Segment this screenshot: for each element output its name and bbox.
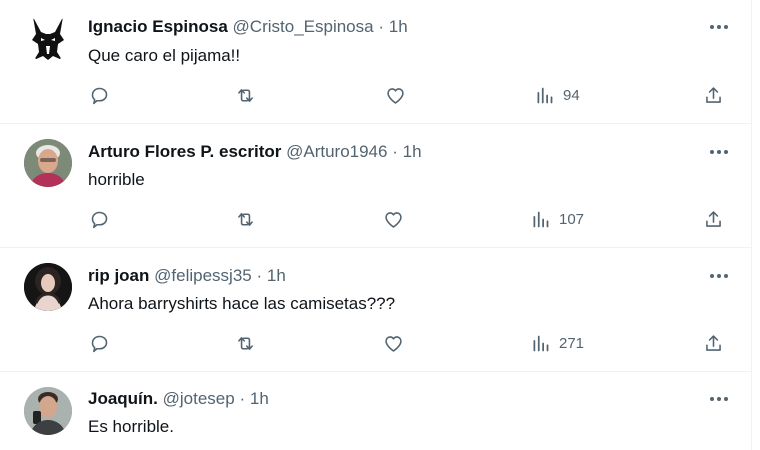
retweet-button[interactable] [235, 333, 256, 354]
woman-photo-icon [24, 263, 72, 311]
views-button[interactable]: 271 [530, 333, 584, 354]
tweet-header: rip joan @felipessj35 · 1h [88, 266, 286, 286]
retweet-button[interactable] [235, 209, 256, 230]
retweet-button[interactable] [235, 85, 256, 106]
like-icon [387, 88, 404, 104]
reply-feed: Ignacio Espinosa @Cristo_Espinosa · 1h Q… [0, 0, 752, 450]
tweet[interactable]: rip joan @felipessj35 · 1h Ahora barrysh… [0, 248, 751, 372]
reply-button[interactable] [89, 209, 110, 230]
views-icon [533, 211, 549, 228]
like-button[interactable] [383, 333, 404, 354]
views-icon [537, 87, 553, 104]
user-handle[interactable]: @Arturo1946 [286, 142, 387, 161]
tweet-text: horrible [88, 170, 145, 189]
tweet-header: Ignacio Espinosa @Cristo_Espinosa · 1h [88, 17, 408, 37]
user-handle[interactable]: @felipessj35 [154, 266, 252, 285]
share-icon [706, 211, 721, 227]
tweet-header: Arturo Flores P. escritor @Arturo1946 · … [88, 142, 422, 162]
tweet-text: Ahora barryshirts hace las camisetas??? [88, 294, 396, 313]
views-count: 271 [559, 335, 585, 352]
like-icon [385, 212, 402, 228]
views-icon [533, 335, 549, 352]
like-button[interactable] [383, 209, 404, 230]
share-icon [706, 87, 721, 103]
display-name[interactable]: rip joan [88, 266, 149, 285]
timestamp[interactable]: 1h [389, 17, 408, 36]
views-button[interactable]: 94 [534, 85, 580, 106]
avatar[interactable] [24, 139, 72, 187]
views-button[interactable]: 107 [530, 209, 584, 230]
user-handle[interactable]: @jotesep [163, 389, 235, 408]
display-name[interactable]: Joaquín. [88, 389, 158, 408]
views-count: 94 [563, 87, 580, 104]
more-icon[interactable] [709, 389, 729, 409]
more-icon[interactable] [709, 266, 729, 286]
views-count: 107 [559, 211, 585, 228]
tweet-text: Que caro el pijama!! [88, 46, 241, 65]
tweet-text: Es horrible. [88, 417, 174, 436]
share-button[interactable] [703, 209, 724, 230]
reply-button[interactable] [89, 333, 110, 354]
tweet[interactable]: Joaquín. @jotesep · 1h Es horrible. [0, 372, 751, 450]
young-man-photo-icon [24, 387, 72, 435]
more-icon[interactable] [709, 17, 729, 37]
separator: · [256, 266, 263, 285]
reply-icon [91, 211, 108, 229]
anubis-avatar-icon [32, 17, 64, 60]
display-name[interactable]: Arturo Flores P. escritor [88, 142, 281, 161]
avatar[interactable] [24, 387, 72, 435]
retweet-icon [238, 337, 253, 350]
retweet-icon [238, 213, 253, 226]
timestamp[interactable]: 1h [250, 389, 269, 408]
timestamp[interactable]: 1h [267, 266, 286, 285]
reply-button[interactable] [89, 85, 110, 106]
share-icon [706, 335, 721, 351]
tweet[interactable]: Ignacio Espinosa @Cristo_Espinosa · 1h Q… [0, 0, 751, 124]
like-icon [385, 336, 402, 352]
tweet[interactable]: Arturo Flores P. escritor @Arturo1946 · … [0, 124, 751, 248]
tweet-header: Joaquín. @jotesep · 1h [88, 389, 269, 409]
share-button[interactable] [703, 333, 724, 354]
timestamp[interactable]: 1h [403, 142, 422, 161]
separator: · [378, 17, 384, 36]
like-button[interactable] [385, 85, 406, 106]
user-handle[interactable]: @Cristo_Espinosa [233, 17, 374, 36]
display-name[interactable]: Ignacio Espinosa [88, 17, 228, 36]
retweet-icon [238, 89, 253, 102]
share-button[interactable] [703, 85, 724, 106]
avatar[interactable] [24, 14, 72, 62]
separator: · [392, 142, 398, 161]
avatar[interactable] [24, 263, 72, 311]
separator: · [239, 389, 246, 408]
reply-icon [91, 87, 108, 105]
reply-icon [91, 335, 108, 353]
older-man-photo-icon [24, 139, 72, 187]
more-icon[interactable] [709, 142, 729, 162]
